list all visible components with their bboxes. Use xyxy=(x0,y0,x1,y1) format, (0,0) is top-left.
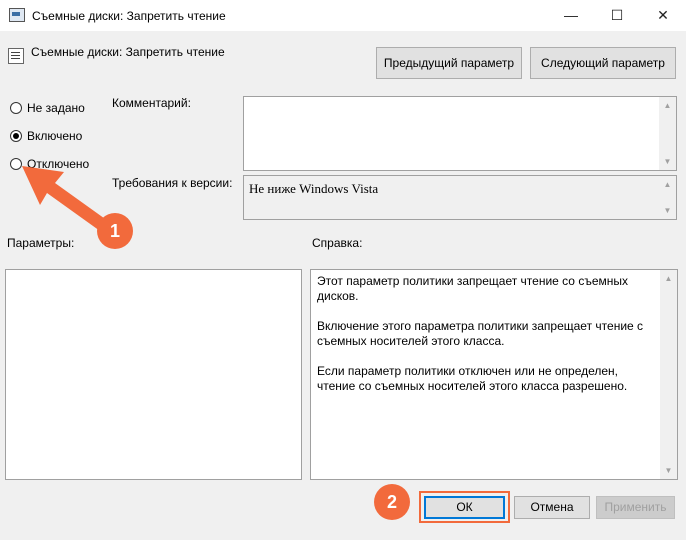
arrow-icon xyxy=(22,166,108,231)
step-badge-1: 1 xyxy=(97,213,133,249)
step-badge-2: 2 xyxy=(374,484,410,520)
annotation-arrow xyxy=(22,166,108,231)
